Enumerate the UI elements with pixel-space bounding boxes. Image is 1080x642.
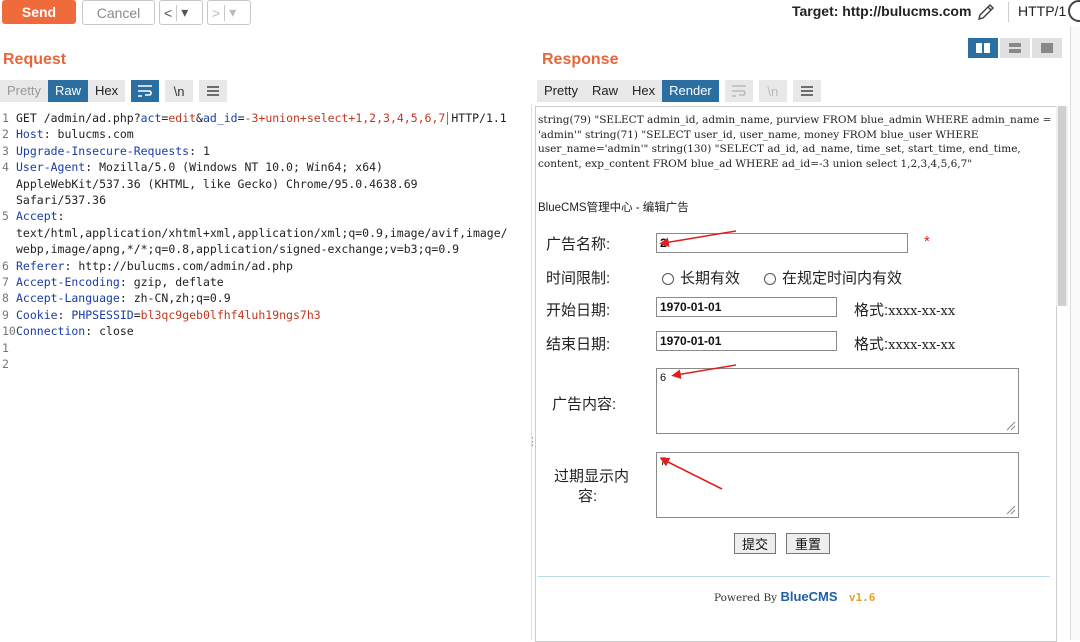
- pencil-icon[interactable]: [976, 2, 996, 22]
- tab-raw[interactable]: Raw: [584, 80, 625, 102]
- annotation-arrow-1: [659, 230, 737, 247]
- response-title: Response: [542, 51, 619, 68]
- annotation-arrow-2: [671, 364, 737, 379]
- menu-icon[interactable]: [792, 80, 821, 102]
- annotation-arrow-3: [659, 457, 723, 490]
- tab-render[interactable]: Render: [662, 80, 719, 102]
- request-line-9: 9 Cookie: PHPSESSID=bl3qc9geb0lfhf4luh19n…: [2, 307, 321, 322]
- request-line-10: 10Connection: close: [2, 324, 134, 339]
- layout-side-by-side-icon[interactable]: [968, 38, 998, 58]
- response-scrollbar[interactable]: [1056, 106, 1068, 306]
- scrollbar-thumb[interactable]: [1058, 106, 1066, 306]
- right-side-panel: [1070, 26, 1080, 640]
- request-line-4-cont: AppleWebKit/537.36 (KHTML, like Gecko) C…: [16, 176, 418, 191]
- rendered-response: string(79) "SELECT admin_id, admin_name,…: [535, 106, 1057, 642]
- menu-icon[interactable]: [199, 80, 228, 102]
- back-nav-group[interactable]: < ▾: [159, 0, 203, 25]
- text-cursor: [447, 112, 449, 125]
- request-tabs: Pretty Raw Hex \n: [0, 80, 228, 102]
- request-line-4-cont: Safari/537.36: [16, 193, 107, 208]
- help-icon[interactable]: [1068, 0, 1080, 22]
- send-button[interactable]: Send: [2, 0, 76, 24]
- request-line-3: 3 Upgrade-Insecure-Requests: 1: [2, 143, 210, 158]
- top-toolbar: Send Cancel < ▾ > ▾ Target: http://buluc…: [0, 0, 1080, 26]
- response-tabs: Pretty Raw Hex Render \n: [537, 80, 821, 102]
- layout-tabs-icon[interactable]: [1032, 38, 1062, 58]
- request-editor[interactable]: 1 GET /admin/ad.php?act=edit&ad_id=-3+uni…: [0, 110, 524, 373]
- request-line-12: 2: [2, 357, 9, 372]
- forward-dropdown-icon[interactable]: ▾: [225, 4, 240, 21]
- tab-pretty[interactable]: Pretty: [537, 80, 585, 102]
- request-line-5-cont: webp,image/apng,*/*;q=0.8,application/si…: [16, 242, 460, 257]
- tab-pretty[interactable]: Pretty: [0, 80, 48, 102]
- target-label: Target: http://bulucms.com: [792, 3, 972, 19]
- show-newlines-button: \n: [758, 80, 787, 102]
- tab-hex[interactable]: Hex: [87, 80, 126, 102]
- request-line-6: 6 Referer: http://bulucms.com/admin/ad.ph…: [2, 258, 293, 273]
- annotation-arrows: [659, 230, 737, 490]
- panel-divider[interactable]: [531, 104, 532, 640]
- show-newlines-button[interactable]: \n: [165, 80, 194, 102]
- forward-arrow-icon[interactable]: >: [208, 5, 224, 21]
- request-line-7: 7 Accept-Encoding: gzip, deflate: [2, 275, 224, 290]
- request-line-1: 1 GET /admin/ad.php?act=edit&ad_id=-3+uni…: [2, 111, 507, 125]
- protocol-label[interactable]: HTTP/1: [1018, 3, 1066, 19]
- tab-hex[interactable]: Hex: [624, 80, 663, 102]
- request-line-5-cont: text/html,application/xhtml+xml,applicat…: [16, 225, 508, 240]
- request-line-5: 5 Accept:: [2, 209, 65, 224]
- request-line-4: 4 User-Agent: Mozilla/5.0 (Windows NT 10.…: [2, 160, 383, 175]
- request-title: Request: [3, 51, 67, 68]
- forward-nav-group[interactable]: > ▾: [207, 0, 251, 25]
- wrap-lines-icon[interactable]: [131, 80, 160, 102]
- request-line-8: 8 Accept-Language: zh-CN,zh;q=0.9: [2, 291, 231, 306]
- cancel-button[interactable]: Cancel: [82, 0, 155, 25]
- back-arrow-icon[interactable]: <: [160, 5, 176, 21]
- request-line-2: 2 Host: bulucms.com: [2, 127, 134, 142]
- toolbar-divider: [1008, 2, 1009, 22]
- layout-stacked-icon[interactable]: [1000, 38, 1030, 58]
- request-line-11: 1: [2, 340, 9, 355]
- layout-toggle: [968, 38, 1064, 58]
- tab-raw[interactable]: Raw: [47, 80, 88, 102]
- wrap-lines-icon: [724, 80, 753, 102]
- back-dropdown-icon[interactable]: ▾: [177, 4, 192, 21]
